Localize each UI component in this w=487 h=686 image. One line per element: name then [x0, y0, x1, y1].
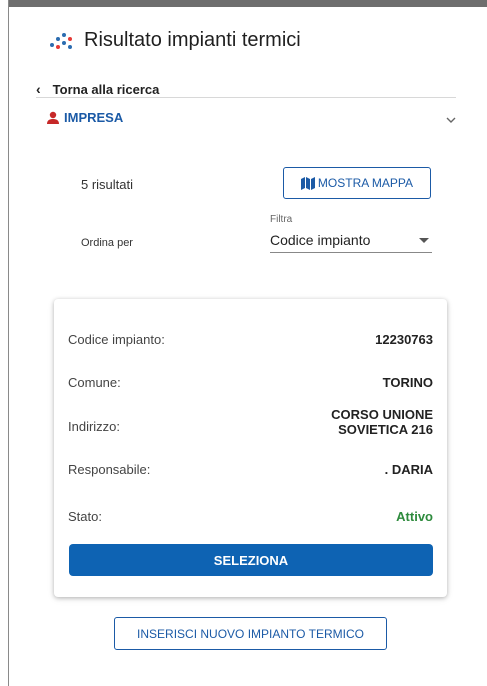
page-title: Risultato impianti termici: [84, 29, 301, 51]
order-label: Ordina per: [81, 237, 133, 249]
sort-select-value: Codice impianto: [270, 232, 371, 248]
status-label: Stato:: [68, 509, 102, 524]
dots-logo-icon: [50, 31, 72, 51]
chevron-left-icon: ‹: [36, 81, 41, 97]
person-icon: [47, 111, 59, 124]
comune-label: Comune:: [68, 375, 121, 390]
divider: [36, 97, 456, 98]
dropdown-caret-icon: [419, 238, 429, 243]
address-line-1: CORSO UNIONE: [331, 407, 433, 422]
chevron-down-icon[interactable]: [446, 113, 456, 127]
section-toggle-impresa[interactable]: IMPRESA: [46, 110, 123, 125]
section-label: IMPRESA: [64, 110, 124, 125]
code-value: 12230763: [375, 332, 433, 347]
responsible-value: . DARIA: [384, 462, 433, 477]
page-header: Risultato impianti termici: [50, 29, 301, 52]
back-link-label: Torna alla ricerca: [52, 81, 160, 97]
status-value: Attivo: [396, 509, 433, 524]
comune-value: TORINO: [382, 375, 433, 390]
code-label: Codice impianto:: [68, 332, 165, 347]
window-top-border: [8, 0, 487, 7]
back-link[interactable]: ‹ Torna alla ricerca: [36, 81, 159, 97]
map-icon: [300, 176, 315, 190]
new-plant-button[interactable]: INSERISCI NUOVO IMPIANTO TERMICO: [114, 617, 387, 650]
filter-label: Filtra: [270, 214, 293, 225]
address-line-2: SOVIETICA 216: [338, 422, 433, 437]
result-card: Codice impianto: 12230763 Comune: TORINO…: [54, 299, 447, 597]
show-map-button[interactable]: MOSTRA MAPPA: [283, 167, 431, 199]
show-map-label: MOSTRA MAPPA: [317, 176, 414, 190]
select-button[interactable]: SELEZIONA: [69, 544, 433, 576]
responsible-label: Responsabile:: [68, 462, 151, 477]
results-count: 5 risultati: [81, 177, 134, 192]
address-value: CORSO UNIONE SOVIETICA 216: [331, 407, 433, 437]
address-label: Indirizzo:: [68, 419, 121, 434]
window-left-border: [8, 0, 9, 686]
sort-select[interactable]: Codice impianto: [270, 229, 432, 253]
